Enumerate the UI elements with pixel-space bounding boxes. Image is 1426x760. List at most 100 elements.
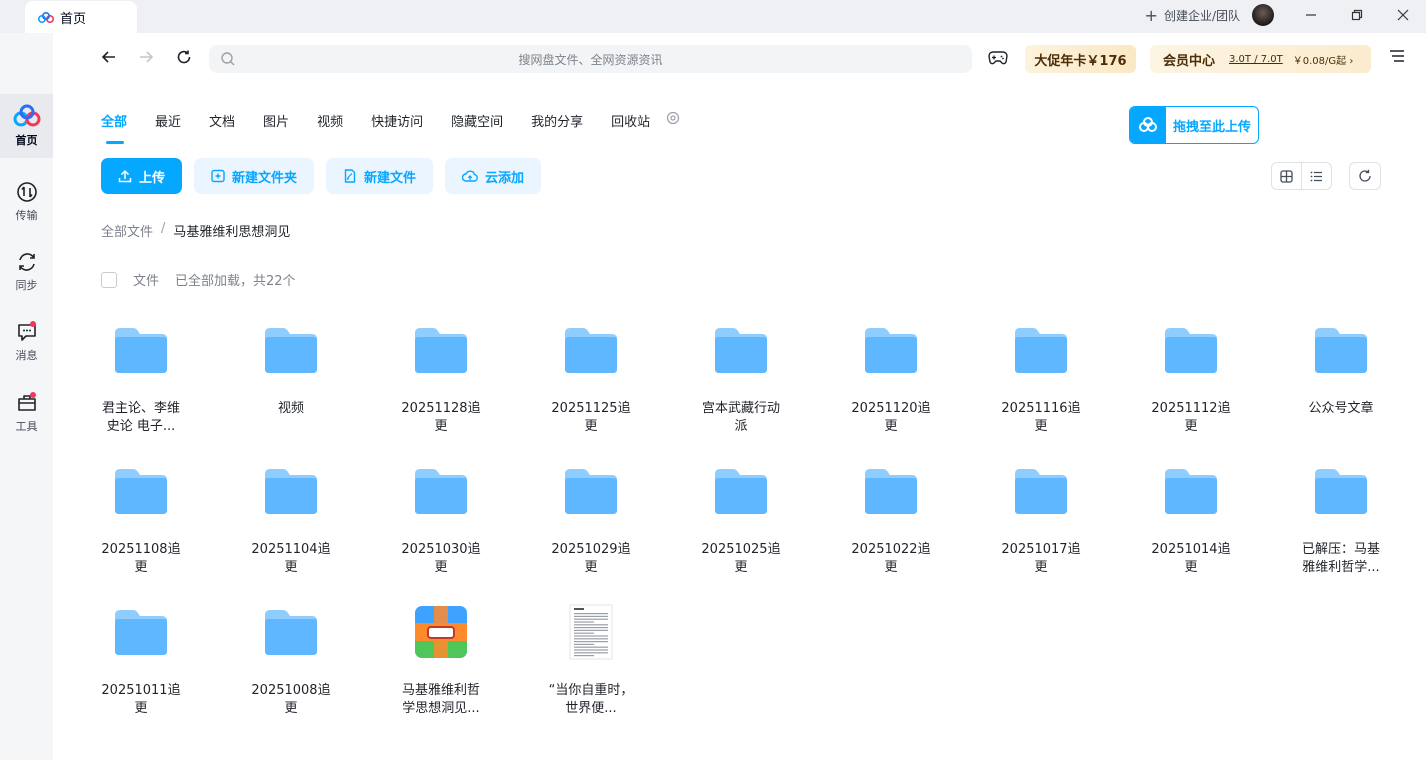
create-enterprise-label: 创建企业/团队	[1163, 8, 1240, 23]
vip-label: 会员中心	[1163, 53, 1216, 69]
back-button[interactable]	[99, 47, 119, 67]
tab-videos[interactable]: 视频	[317, 111, 343, 137]
tab-images[interactable]: 图片	[263, 111, 289, 137]
file-name: 君主论、李维史论 电子...	[101, 401, 180, 434]
file-name: 已解压：马基雅维利哲学...	[1301, 542, 1380, 575]
avatar[interactable]	[1252, 4, 1274, 26]
file-count: 已全部加载，共22个	[175, 274, 296, 289]
file-name: 20251112追更	[1151, 401, 1231, 434]
file-name: 公众号文章	[1308, 401, 1374, 416]
gamepad-icon[interactable]	[988, 50, 1008, 66]
folder-icon	[261, 602, 321, 662]
folder-icon	[561, 320, 621, 380]
drag-upload-button[interactable]: 拖拽至此上传	[1129, 106, 1259, 144]
folder-item[interactable]: 20251022追更	[846, 453, 936, 583]
folder-item[interactable]: 已解压：马基雅维利哲学...	[1296, 453, 1386, 583]
close-button[interactable]	[1380, 0, 1426, 30]
title-bar: 首页 + 创建企业/团队	[0, 0, 1426, 33]
tab-documents[interactable]: 文档	[209, 111, 235, 137]
folder-item[interactable]: 公众号文章	[1296, 312, 1386, 442]
file-name: 20251120追更	[851, 401, 931, 434]
new-file-button[interactable]: 新建文件	[326, 158, 434, 194]
promo-button[interactable]: 大促年卡￥176	[1025, 45, 1136, 73]
close-icon	[1397, 9, 1409, 21]
folder-icon	[861, 320, 921, 380]
create-enterprise-button[interactable]: + 创建企业/团队	[1145, 6, 1240, 25]
folder-item[interactable]: 君主论、李维史论 电子...	[96, 312, 186, 442]
action-bar: 上传 新建文件夹 新建文件 云添加	[101, 158, 553, 194]
search-icon	[221, 52, 235, 66]
folder-icon	[1161, 320, 1221, 380]
sidebar-item-tools[interactable]: 工具	[0, 381, 53, 445]
restore-icon	[1351, 9, 1363, 21]
tab-recycle-bin[interactable]: 回收站	[611, 111, 650, 137]
archive-icon	[411, 602, 471, 662]
file-item[interactable]: “当你自重时，世界便...	[546, 594, 636, 724]
folder-item[interactable]: 20251011追更	[96, 594, 186, 724]
select-all-checkbox[interactable]	[101, 271, 117, 288]
upload-button[interactable]: 上传	[101, 158, 183, 194]
sidebar: 首页 传输 同步 消息 工具	[0, 33, 53, 760]
new-file-label: 新建文件	[364, 170, 417, 186]
minimize-button[interactable]	[1288, 0, 1334, 30]
tab-home[interactable]: 首页	[25, 1, 137, 33]
upload-label: 上传	[139, 170, 166, 186]
file-name: 20251025追更	[701, 542, 781, 575]
folder-icon	[1311, 320, 1371, 380]
folder-item[interactable]: 20251128追更	[396, 312, 486, 442]
sidebar-item-messages[interactable]: 消息	[0, 310, 53, 374]
folder-icon	[711, 461, 771, 521]
folder-icon	[711, 320, 771, 380]
search-input[interactable]: 搜网盘文件、全网资源资讯	[209, 45, 972, 73]
cloud-logo-icon	[1130, 107, 1166, 143]
restore-button[interactable]	[1334, 0, 1380, 30]
refresh-button[interactable]	[174, 47, 194, 67]
tab-settings-icon[interactable]	[666, 111, 680, 137]
reload-list-button[interactable]	[1349, 162, 1381, 190]
new-folder-icon	[211, 169, 225, 183]
tab-all[interactable]: 全部	[101, 111, 127, 144]
folder-icon	[111, 320, 171, 380]
folder-item[interactable]: 20251104追更	[246, 453, 336, 583]
tab-my-shares[interactable]: 我的分享	[531, 111, 583, 137]
grid-view-button[interactable]	[1272, 163, 1301, 189]
sidebar-item-sync[interactable]: 同步	[0, 240, 53, 304]
folder-icon	[1011, 461, 1071, 521]
folder-item[interactable]: 20251017追更	[996, 453, 1086, 583]
sidebar-item-home[interactable]: 首页	[0, 94, 53, 158]
tab-recent[interactable]: 最近	[155, 111, 181, 137]
file-item[interactable]: 马基雅维利哲学思想洞见...	[396, 594, 486, 724]
list-view-button[interactable]	[1301, 163, 1331, 189]
folder-icon	[1311, 461, 1371, 521]
folder-item[interactable]: 20251125追更	[546, 312, 636, 442]
vip-center-button[interactable]: 会员中心 3.0T / 7.0T ￥0.08/G起 ›	[1150, 45, 1371, 73]
file-name: 20251116追更	[1001, 401, 1081, 434]
folder-item[interactable]: 20251025追更	[696, 453, 786, 583]
menu-icon[interactable]	[1389, 49, 1405, 63]
folder-item[interactable]: 20251112追更	[1146, 312, 1236, 442]
folder-item[interactable]: 20251008追更	[246, 594, 336, 724]
tab-quick-access[interactable]: 快捷访问	[371, 111, 423, 137]
new-folder-button[interactable]: 新建文件夹	[194, 158, 315, 194]
folder-item[interactable]: 20251030追更	[396, 453, 486, 583]
folder-icon	[261, 320, 321, 380]
breadcrumb-root[interactable]: 全部文件	[101, 221, 153, 240]
folder-item[interactable]: 20251014追更	[1146, 453, 1236, 583]
minimize-icon	[1306, 14, 1316, 16]
folder-item[interactable]: 20251116追更	[996, 312, 1086, 442]
folder-item[interactable]: 20251108追更	[96, 453, 186, 583]
list-header: 文件 已全部加载，共22个	[101, 270, 296, 289]
file-name: 20251104追更	[251, 542, 331, 575]
forward-button[interactable]	[136, 47, 156, 67]
cloud-add-button[interactable]: 云添加	[445, 158, 542, 194]
storage-capacity: 3.0T / 7.0T	[1229, 53, 1283, 65]
folder-item[interactable]: 视频	[246, 312, 336, 442]
tab-hidden-space[interactable]: 隐藏空间	[451, 111, 503, 137]
sidebar-item-transfer[interactable]: 传输	[0, 170, 53, 234]
column-file-label: 文件	[133, 274, 160, 289]
folder-item[interactable]: 20251120追更	[846, 312, 936, 442]
new-folder-label: 新建文件夹	[232, 170, 298, 186]
refresh-icon	[1359, 169, 1371, 182]
folder-item[interactable]: 20251029追更	[546, 453, 636, 583]
folder-item[interactable]: 宫本武藏行动派	[696, 312, 786, 442]
